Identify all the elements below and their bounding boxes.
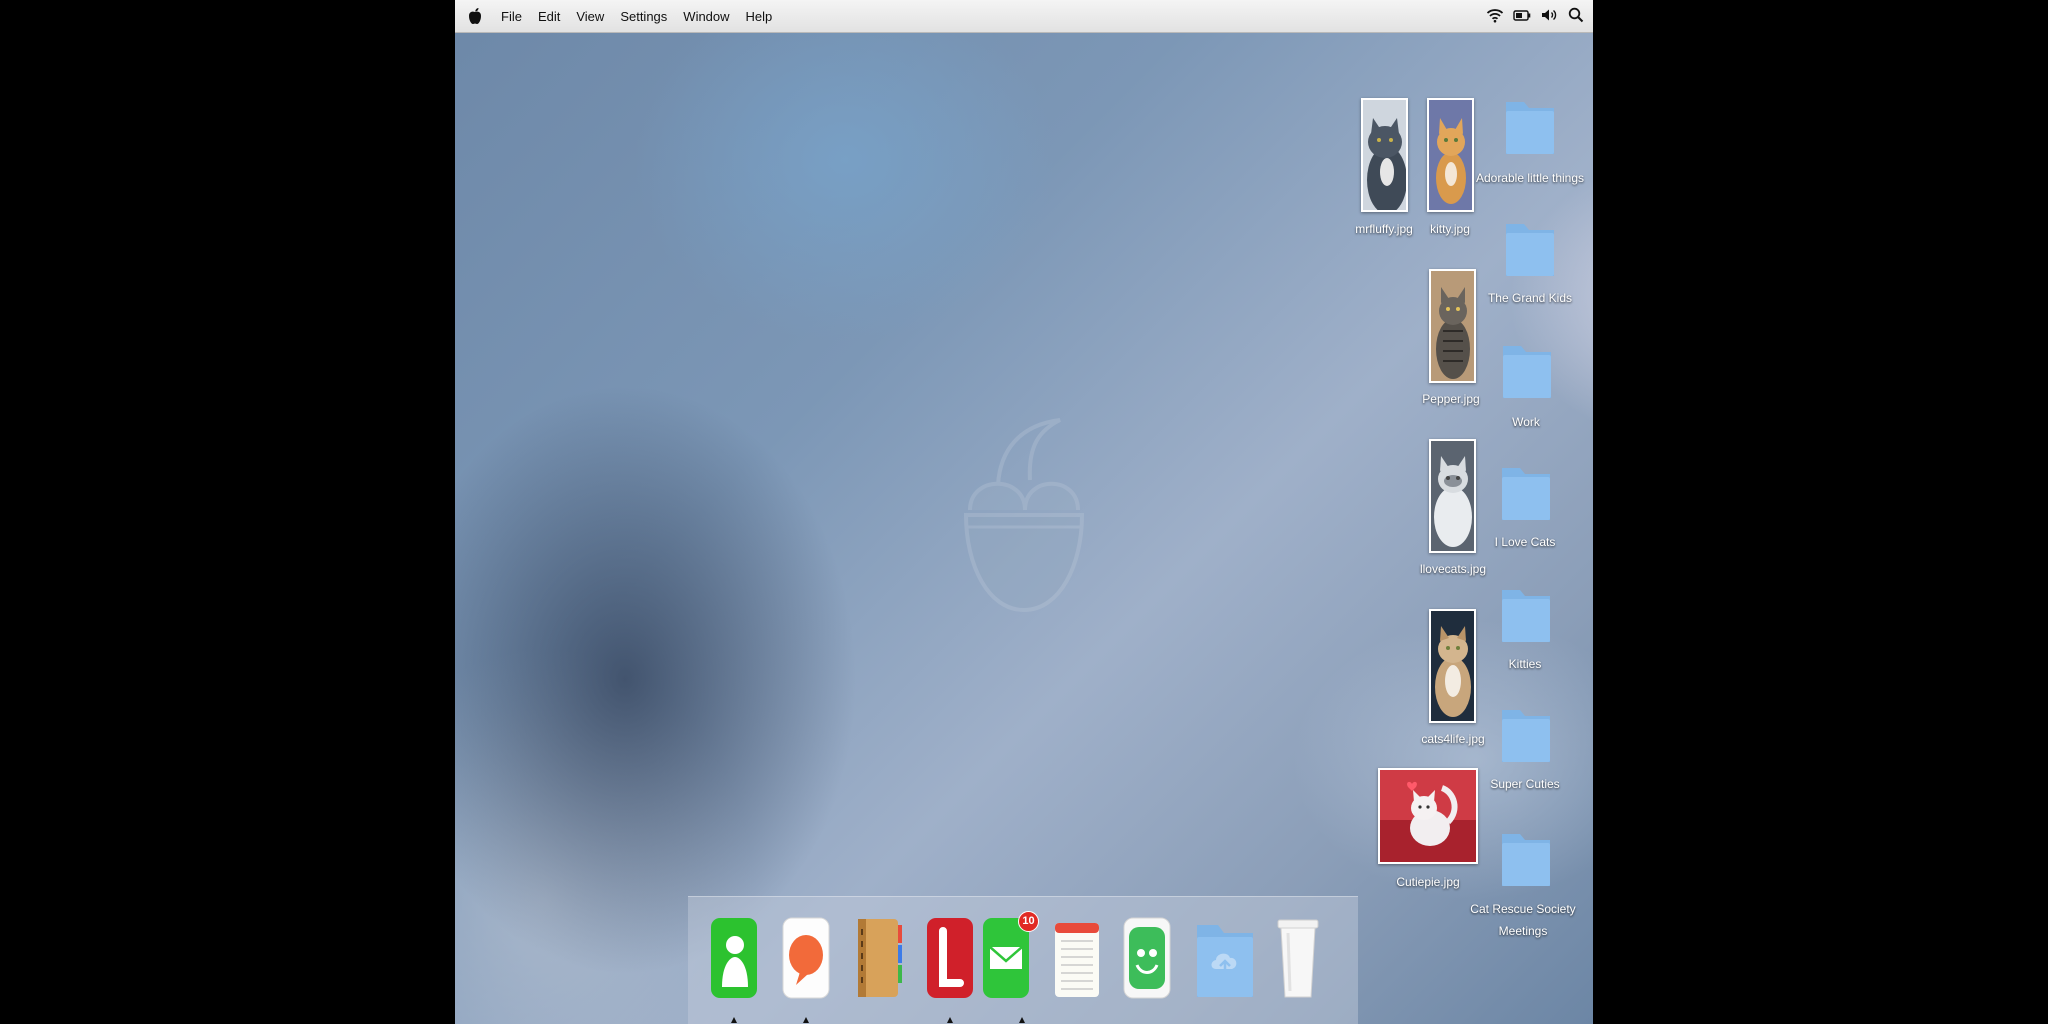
menu-settings[interactable]: Settings bbox=[612, 9, 675, 24]
menu-help[interactable]: Help bbox=[738, 9, 781, 24]
file-label: Pepper.jpg bbox=[1422, 392, 1480, 406]
volume-icon[interactable] bbox=[1540, 6, 1558, 24]
folder-label: I Love Cats bbox=[1494, 535, 1556, 549]
running-indicator bbox=[1019, 1017, 1025, 1023]
file-label: Cutiepie.jpg bbox=[1396, 875, 1460, 889]
status-area bbox=[1486, 6, 1585, 24]
address-book-icon bbox=[858, 919, 902, 997]
cat-photo-icon bbox=[1363, 100, 1406, 210]
l-app-icon bbox=[927, 918, 973, 998]
cutiepie-thumbnail[interactable] bbox=[1378, 768, 1478, 864]
menu-view[interactable]: View bbox=[568, 9, 612, 24]
downloads-folder-icon bbox=[1197, 925, 1253, 997]
folder-label: Adorable little things bbox=[1475, 171, 1585, 185]
cat-photo-icon bbox=[1380, 770, 1476, 862]
dock-trash[interactable] bbox=[1276, 917, 1320, 999]
kitty-thumbnail[interactable] bbox=[1427, 98, 1474, 212]
dock-contacts[interactable] bbox=[710, 917, 758, 999]
folder-icon[interactable] bbox=[1500, 826, 1552, 888]
menu-bar: File Edit View Settings Window Help bbox=[455, 0, 1593, 33]
cat-photo-icon bbox=[1429, 100, 1472, 210]
wallpaper-logo-icon bbox=[963, 418, 1085, 613]
trash-icon bbox=[1277, 919, 1319, 998]
desktop-screen: File Edit View Settings Window Help mrfl… bbox=[455, 0, 1593, 1024]
mail-badge: 10 bbox=[1018, 911, 1039, 932]
folder-label: Super Cuties bbox=[1490, 777, 1560, 791]
folder-label: The Grand Kids bbox=[1487, 291, 1573, 305]
messages-icon bbox=[782, 917, 830, 999]
llovecats-thumbnail[interactable] bbox=[1429, 439, 1476, 553]
cat-photo-icon bbox=[1431, 611, 1474, 721]
pepper-thumbnail[interactable] bbox=[1429, 269, 1476, 383]
battery-icon[interactable] bbox=[1513, 6, 1531, 24]
file-label: llovecats.jpg bbox=[1419, 562, 1487, 576]
notes-icon bbox=[1055, 923, 1099, 997]
wifi-icon[interactable] bbox=[1486, 6, 1504, 24]
cat-photo-icon bbox=[1431, 271, 1474, 381]
folder-label: Work bbox=[1512, 415, 1540, 429]
folder-icon[interactable] bbox=[1500, 702, 1552, 764]
file-label: cats4life.jpg bbox=[1421, 732, 1485, 746]
folder-icon[interactable] bbox=[1500, 460, 1552, 522]
folder-icon[interactable] bbox=[1504, 94, 1556, 156]
file-label: mrfluffy.jpg bbox=[1355, 222, 1413, 236]
menu-edit[interactable]: Edit bbox=[530, 9, 568, 24]
apple-logo-icon[interactable] bbox=[467, 7, 483, 25]
dock-address-book[interactable] bbox=[855, 917, 903, 999]
cat-photo-icon bbox=[1431, 441, 1474, 551]
running-indicator bbox=[803, 1017, 809, 1023]
search-icon[interactable] bbox=[1567, 6, 1585, 24]
file-label: kitty.jpg bbox=[1430, 222, 1470, 236]
dock-messages[interactable] bbox=[782, 917, 830, 999]
dock-notes[interactable] bbox=[1053, 917, 1101, 999]
mrfluffy-thumbnail[interactable] bbox=[1361, 98, 1408, 212]
cats4life-thumbnail[interactable] bbox=[1429, 609, 1476, 723]
menu-window[interactable]: Window bbox=[675, 9, 737, 24]
dock-face-app[interactable] bbox=[1123, 917, 1171, 999]
face-app-icon bbox=[1123, 917, 1171, 999]
dock-downloads-folder[interactable] bbox=[1194, 917, 1256, 999]
folder-icon[interactable] bbox=[1501, 338, 1553, 400]
menu-file[interactable]: File bbox=[493, 9, 530, 24]
contacts-icon bbox=[711, 918, 757, 998]
running-indicator bbox=[947, 1017, 953, 1023]
dock-l-app[interactable] bbox=[926, 917, 974, 999]
folder-label-line1: Cat Rescue Society bbox=[1470, 902, 1576, 916]
running-indicator bbox=[731, 1017, 737, 1023]
folder-icon[interactable] bbox=[1500, 582, 1552, 644]
folder-label-line2: Meetings bbox=[1498, 924, 1548, 938]
folder-label: Kitties bbox=[1508, 657, 1542, 671]
folder-icon[interactable] bbox=[1504, 216, 1556, 278]
